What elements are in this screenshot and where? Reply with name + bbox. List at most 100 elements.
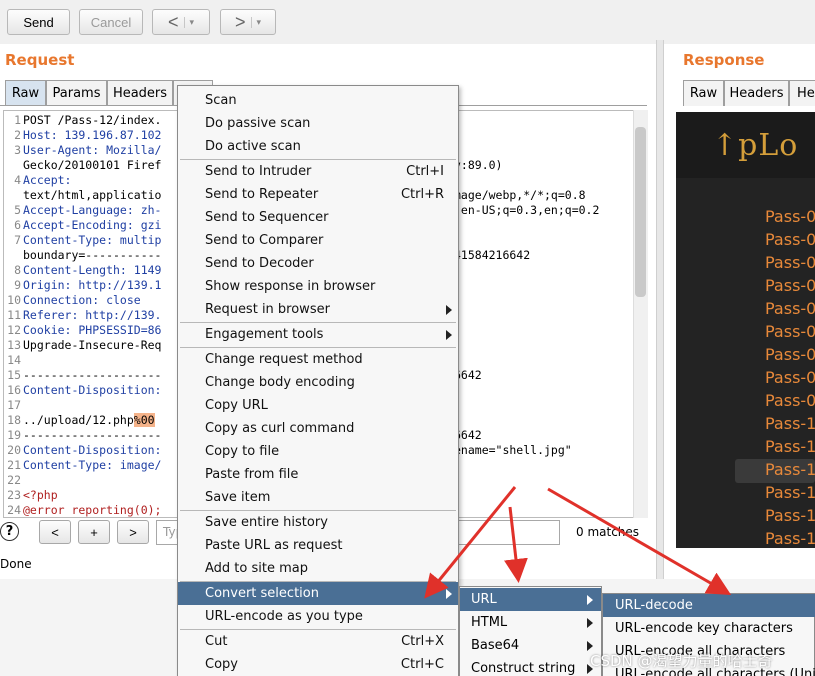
request-line: 6 Accept-Encoding: gzi [4,218,161,233]
line-text: -------------------- [23,428,162,442]
help-icon[interactable]: ? [0,522,19,541]
request-line: 18 ../upload/12.php%00 [4,413,155,428]
pass-link[interactable]: Pass-1 [765,506,815,525]
menu-item-scan[interactable]: Scan [178,89,458,112]
menu-item-copy-to-file[interactable]: Copy to file [178,440,458,463]
back-arrow-icon: < [167,11,179,32]
menu-item-copy-url[interactable]: Copy URL [178,394,458,417]
line-text: Accept-Language: zh- [23,203,162,217]
submenu-item-url[interactable]: URL [460,588,601,611]
request-line: 16 Content-Disposition: [4,383,161,398]
menu-item-save-item[interactable]: Save item [178,486,458,509]
line-text: text/html,applicatio [23,188,162,202]
submenu-item-html[interactable]: HTML [460,611,601,634]
submenu-item-label: Base64 [471,638,520,653]
menu-item-send-to-sequencer[interactable]: Send to Sequencer [178,206,458,229]
pass-link[interactable]: Pass-0 [765,391,815,410]
submenu-arrow-icon [587,594,593,605]
pass-link[interactable]: Pass-0 [765,207,815,226]
editor-scrollbar-thumb[interactable] [635,127,646,297]
response-tab-hex[interactable]: Hex [789,80,815,106]
line-number: 20 [7,443,21,457]
pass-link[interactable]: Pass-0 [765,299,815,318]
menu-item-show-response-in-browser[interactable]: Show response in browser [178,275,458,298]
menu-item-change-request-method[interactable]: Change request method [178,348,458,371]
menu-item-do-passive-scan[interactable]: Do passive scan [178,112,458,135]
line-number: 17 [7,398,21,412]
menu-item-request-in-browser[interactable]: Request in browser [178,298,458,321]
request-line: 24 @error reporting(0); [4,503,161,517]
split-divider[interactable] [656,40,664,580]
menu-item-change-body-encoding[interactable]: Change body encoding [178,371,458,394]
menu-item-send-to-intruder[interactable]: Send to Intruder Ctrl+I [178,160,458,183]
selected-null-byte[interactable]: %00 [133,413,155,427]
back-button[interactable]: < ▾ [152,9,210,35]
menu-item-label: Engagement tools [205,327,324,342]
line-number: 8 [14,263,21,277]
menu-item-do-active-scan[interactable]: Do active scan [178,135,458,158]
line-number: 22 [7,473,21,487]
line-text: Accept: [23,173,72,187]
search-add-button[interactable]: + [78,520,110,544]
menu-item-save-entire-history[interactable]: Save entire history [178,511,458,534]
menu-item-label: Copy URL [205,398,268,413]
menu-item-cut[interactable]: Cut Ctrl+X [178,630,458,653]
menu-item-label: Show response in browser [205,279,376,294]
request-line: 5 Accept-Language: zh- [4,203,161,218]
send-button[interactable]: Send [7,9,70,35]
menu-item-label: Send to Decoder [205,256,314,271]
line-number: 16 [7,383,21,397]
tab-params[interactable]: Params [46,80,107,106]
line-text: Content-Disposition: [23,443,162,457]
response-title: Response [683,51,765,69]
search-prev-button[interactable]: < [39,520,71,544]
menu-item-copy[interactable]: Copy Ctrl+C [178,653,458,676]
pass-link[interactable]: Pass-0 [765,230,815,249]
menu-item-send-to-comparer[interactable]: Send to Comparer [178,229,458,252]
menu-item-label: Convert selection [205,586,319,601]
response-tab-raw[interactable]: Raw [683,80,724,106]
line-text: Connection: close [23,293,141,307]
pass-link[interactable]: Pass-0 [765,253,815,272]
forward-button[interactable]: > ▾ [220,9,276,35]
menu-item-copy-as-curl-command[interactable]: Copy as curl command [178,417,458,440]
menu-item-label: Send to Comparer [205,233,324,248]
pass-link[interactable]: Pass-0 [765,368,815,387]
line-text: -------------------- [23,368,162,382]
tab-raw[interactable]: Raw [5,80,46,106]
response-tab-headers[interactable]: Headers [724,80,789,106]
line-number: 24 [7,503,21,517]
menu-item-send-to-decoder[interactable]: Send to Decoder [178,252,458,275]
pass-link[interactable]: Pass-0 [765,345,815,364]
pass-link[interactable]: Pass-0 [765,276,815,295]
tab-headers[interactable]: Headers [107,80,173,106]
menu-item-url-encode-as-you-type[interactable]: URL-encode as you type [178,605,458,628]
menu-item-convert-selection[interactable]: Convert selection [178,582,458,605]
line-text: Content-Disposition: [23,383,162,397]
submenu-item-construct-string[interactable]: Construct string [460,657,601,676]
forward-dropdown-icon[interactable]: ▾ [251,16,261,28]
submenu-item-base64[interactable]: Base64 [460,634,601,657]
pass-link[interactable]: Pass-1 [765,529,815,548]
pass-link[interactable]: Pass-1 [765,460,815,479]
menu-item-paste-from-file[interactable]: Paste from file [178,463,458,486]
pass-link[interactable]: Pass-0 [765,322,815,341]
menu-item-paste-url-as-request[interactable]: Paste URL as request [178,534,458,557]
url-submenu-item-url-decode[interactable]: URL-decode [603,594,815,617]
cancel-button[interactable]: Cancel [79,9,143,35]
line-text: Origin: http://139.1 [23,278,162,292]
menu-item-label: Change body encoding [205,375,355,390]
line-number: 9 [14,278,21,292]
menu-item-engagement-tools[interactable]: Engagement tools [178,323,458,346]
line-number: 2 [14,128,21,142]
pass-link[interactable]: Pass-1 [765,483,815,502]
back-dropdown-icon[interactable]: ▾ [184,16,194,28]
pass-link[interactable]: Pass-1 [765,414,815,433]
line-text: POST /Pass-12/index. [23,113,162,127]
menu-item-add-to-site-map[interactable]: Add to site map [178,557,458,580]
menu-item-label: URL-encode as you type [205,609,363,624]
url-submenu-item-url-encode-key-characters[interactable]: URL-encode key characters [603,617,815,640]
pass-link[interactable]: Pass-1 [765,437,815,456]
menu-item-send-to-repeater[interactable]: Send to Repeater Ctrl+R [178,183,458,206]
search-next-button[interactable]: > [117,520,149,544]
